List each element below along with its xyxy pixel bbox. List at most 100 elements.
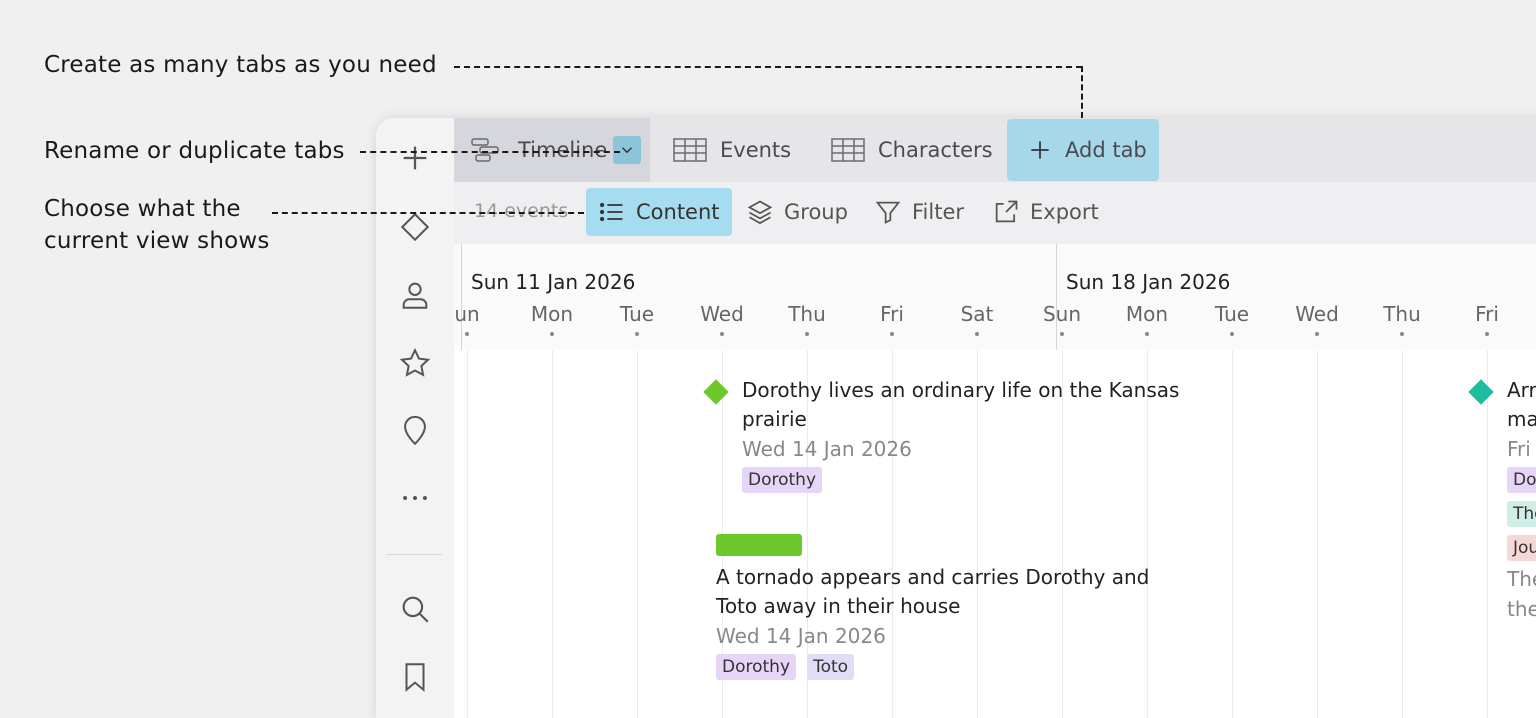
view-toolbar: 14 events Content Group Filter Export (454, 182, 1536, 244)
event-date: Wed 14 Jan 2026 (716, 624, 886, 648)
day-tick (805, 332, 809, 336)
app-window: Timeline Events Characters Add tab 14 ev… (376, 118, 1536, 718)
table-icon (673, 138, 707, 162)
day-tick (720, 332, 724, 336)
day-tick (890, 332, 894, 336)
event-card[interactable]: A tornado appears and carries Dorothy an… (716, 563, 1196, 680)
star-icon[interactable] (395, 343, 435, 383)
day-grid-line (467, 350, 468, 718)
event-date: Fri (1507, 437, 1531, 461)
annotation-rename: Rename or duplicate tabs (44, 138, 345, 164)
filter-icon (875, 201, 901, 224)
week-label: Sun 18 Jan 2026 (1066, 270, 1231, 294)
day-label: Thu (1383, 302, 1421, 326)
day-label: Tue (1214, 302, 1250, 326)
group-button[interactable]: Group (746, 188, 848, 236)
bookmark-icon[interactable] (395, 657, 435, 697)
week-label: Sun 11 Jan 2026 (471, 270, 636, 294)
event-description: The (1507, 567, 1536, 591)
tab-events[interactable]: Events (672, 118, 791, 182)
event-title: prairie (742, 407, 807, 431)
timeline-icon (471, 138, 499, 162)
day-tick (550, 332, 554, 336)
day-label: Tue (619, 302, 655, 326)
tab-options-dropdown[interactable] (613, 136, 642, 164)
tag-character[interactable]: Do (1507, 467, 1536, 493)
day-tick (1060, 332, 1064, 336)
tag-character[interactable]: Dorothy (742, 467, 823, 493)
day-label: Wed (700, 302, 744, 326)
export-button[interactable]: Export (992, 188, 1099, 236)
event-card[interactable]: Arr ma Fri Do The Jou The the (1507, 376, 1536, 624)
event-title: Arr (1507, 378, 1536, 402)
add-tab-label: Add tab (1065, 138, 1147, 162)
day-tick (1230, 332, 1234, 336)
annotation-view-line1: Choose what the (44, 196, 241, 222)
event-title: A tornado appears and carries Dorothy an… (716, 565, 1150, 589)
plus-icon (1031, 141, 1049, 159)
week-divider (461, 244, 462, 350)
filter-label: Filter (912, 200, 965, 224)
tab-bar: Timeline Events Characters Add tab (454, 118, 1536, 182)
day-tick (1145, 332, 1149, 336)
content-label: Content (636, 200, 720, 224)
day-tick (1315, 332, 1319, 336)
tab-characters-label: Characters (878, 138, 993, 162)
day-tick (975, 332, 979, 336)
day-tick (465, 332, 469, 336)
layers-icon (747, 200, 773, 225)
day-label: Sat (960, 302, 994, 326)
table-icon (831, 138, 865, 162)
day-grid-line (1402, 350, 1403, 718)
sidebar-divider (386, 554, 442, 555)
event-title: Dorothy lives an ordinary life on the Ka… (742, 378, 1180, 402)
day-grid-line (1487, 350, 1488, 718)
annotation-rename-line (360, 151, 620, 153)
chevron-down-icon (622, 147, 633, 154)
tab-timeline-label: Timeline (518, 138, 608, 162)
sidebar (376, 118, 455, 718)
tab-events-label: Events (720, 138, 792, 162)
event-marker-diamond[interactable] (1468, 379, 1494, 405)
day-tick (1485, 332, 1489, 336)
day-grid-line (1317, 350, 1318, 718)
tag-character[interactable]: The (1507, 501, 1536, 527)
timeline-header: Sun 11 Jan 2026 Sun 18 Jan 2026 un Mon Tue… (454, 244, 1536, 350)
add-tab-button[interactable]: Add tab (1007, 119, 1159, 181)
day-label: Sun (1042, 302, 1082, 326)
tag-character[interactable]: Toto (807, 654, 855, 680)
group-label: Group (784, 200, 848, 224)
tag-character[interactable]: Jou (1507, 535, 1536, 561)
more-icon[interactable] (395, 478, 435, 518)
day-label: Mon (530, 302, 574, 326)
plus-icon[interactable] (395, 138, 435, 178)
event-marker-diamond[interactable] (703, 379, 729, 405)
annotation-view-line (272, 212, 584, 214)
timeline-canvas: Sun 11 Jan 2026 Sun 18 Jan 2026 un Mon Tue… (454, 244, 1536, 718)
week-divider (1056, 244, 1057, 350)
day-grid-line (552, 350, 553, 718)
day-label: Wed (1295, 302, 1339, 326)
filter-button[interactable]: Filter (874, 188, 964, 236)
event-title: Toto away in their house (716, 594, 961, 618)
event-duration-bar[interactable] (716, 534, 802, 556)
day-tick (1400, 332, 1404, 336)
event-card[interactable]: Dorothy lives an ordinary life on the Ka… (742, 376, 1202, 493)
export-label: Export (1030, 200, 1099, 224)
event-date: Wed 14 Jan 2026 (742, 437, 912, 461)
tab-characters[interactable]: Characters (830, 118, 993, 182)
location-pin-icon[interactable] (395, 411, 435, 451)
content-button[interactable]: Content (586, 188, 732, 236)
event-description: the (1507, 597, 1536, 621)
annotation-tabs: Create as many tabs as you need (44, 52, 437, 78)
day-tick (635, 332, 639, 336)
annotation-tabs-line (454, 66, 1082, 68)
tag-character[interactable]: Dorothy (716, 654, 797, 680)
day-label: Mon (1125, 302, 1169, 326)
search-icon[interactable] (395, 589, 435, 629)
day-label: Thu (788, 302, 826, 326)
list-icon (599, 202, 623, 222)
export-icon (995, 200, 1018, 223)
tab-timeline[interactable]: Timeline (454, 118, 650, 182)
event-count: 14 events (474, 200, 569, 222)
